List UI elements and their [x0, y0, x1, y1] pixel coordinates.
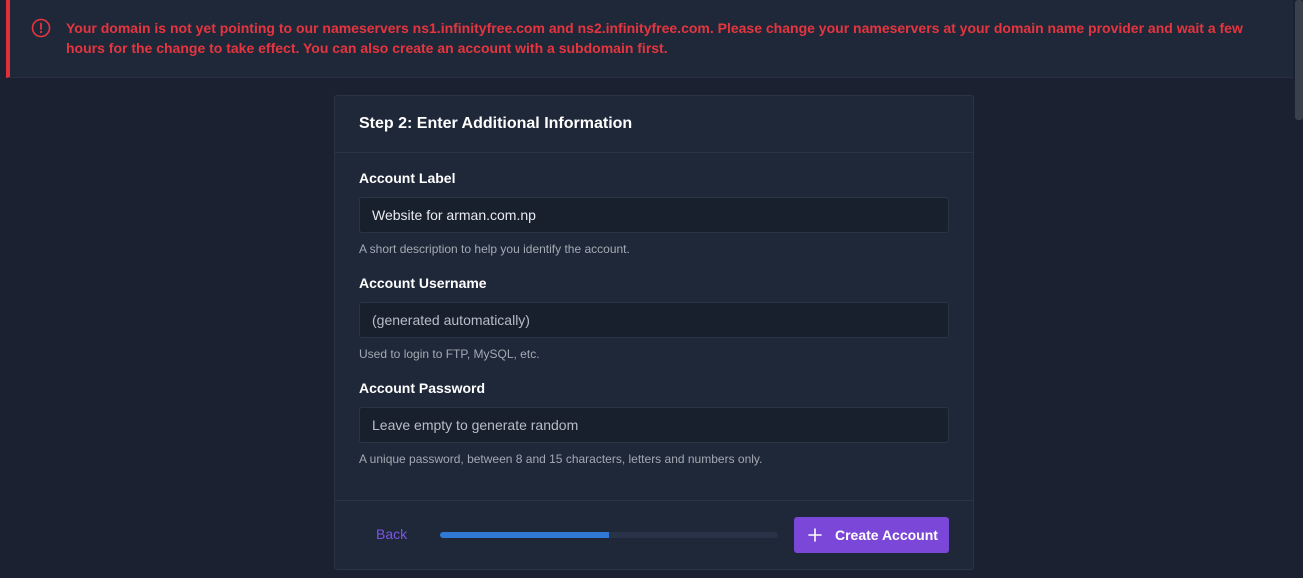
account-form-card: Step 2: Enter Additional Information Acc… [334, 95, 974, 570]
account-username-input[interactable] [359, 302, 949, 338]
account-username-label: Account Username [359, 275, 487, 291]
step-progress-fill [440, 532, 609, 538]
error-alert: Your domain is not yet pointing to our n… [6, 0, 1293, 78]
step-progress-bar [440, 532, 778, 538]
account-password-label: Account Password [359, 380, 486, 396]
card-header: Step 2: Enter Additional Information [335, 96, 973, 153]
create-account-button[interactable]: Create Account [794, 517, 949, 553]
card-title: Step 2: Enter Additional Information [359, 115, 633, 132]
account-password-help: A unique password, between 8 and 15 char… [359, 452, 763, 466]
create-account-label: Create Account [835, 527, 938, 543]
alert-circle-icon [31, 18, 51, 38]
scrollbar-thumb[interactable] [1295, 0, 1303, 120]
account-label-input[interactable] [359, 197, 949, 233]
scrollbar[interactable] [1295, 0, 1303, 578]
plus-icon [808, 528, 822, 542]
account-label-help: A short description to help you identify… [359, 242, 630, 256]
back-button[interactable]: Back [376, 526, 407, 542]
account-password-input[interactable] [359, 407, 949, 443]
alert-message: Your domain is not yet pointing to our n… [66, 20, 1243, 56]
card-footer: Back Create Account [335, 500, 973, 570]
account-label-label: Account Label [359, 170, 456, 186]
account-username-help: Used to login to FTP, MySQL, etc. [359, 347, 540, 361]
